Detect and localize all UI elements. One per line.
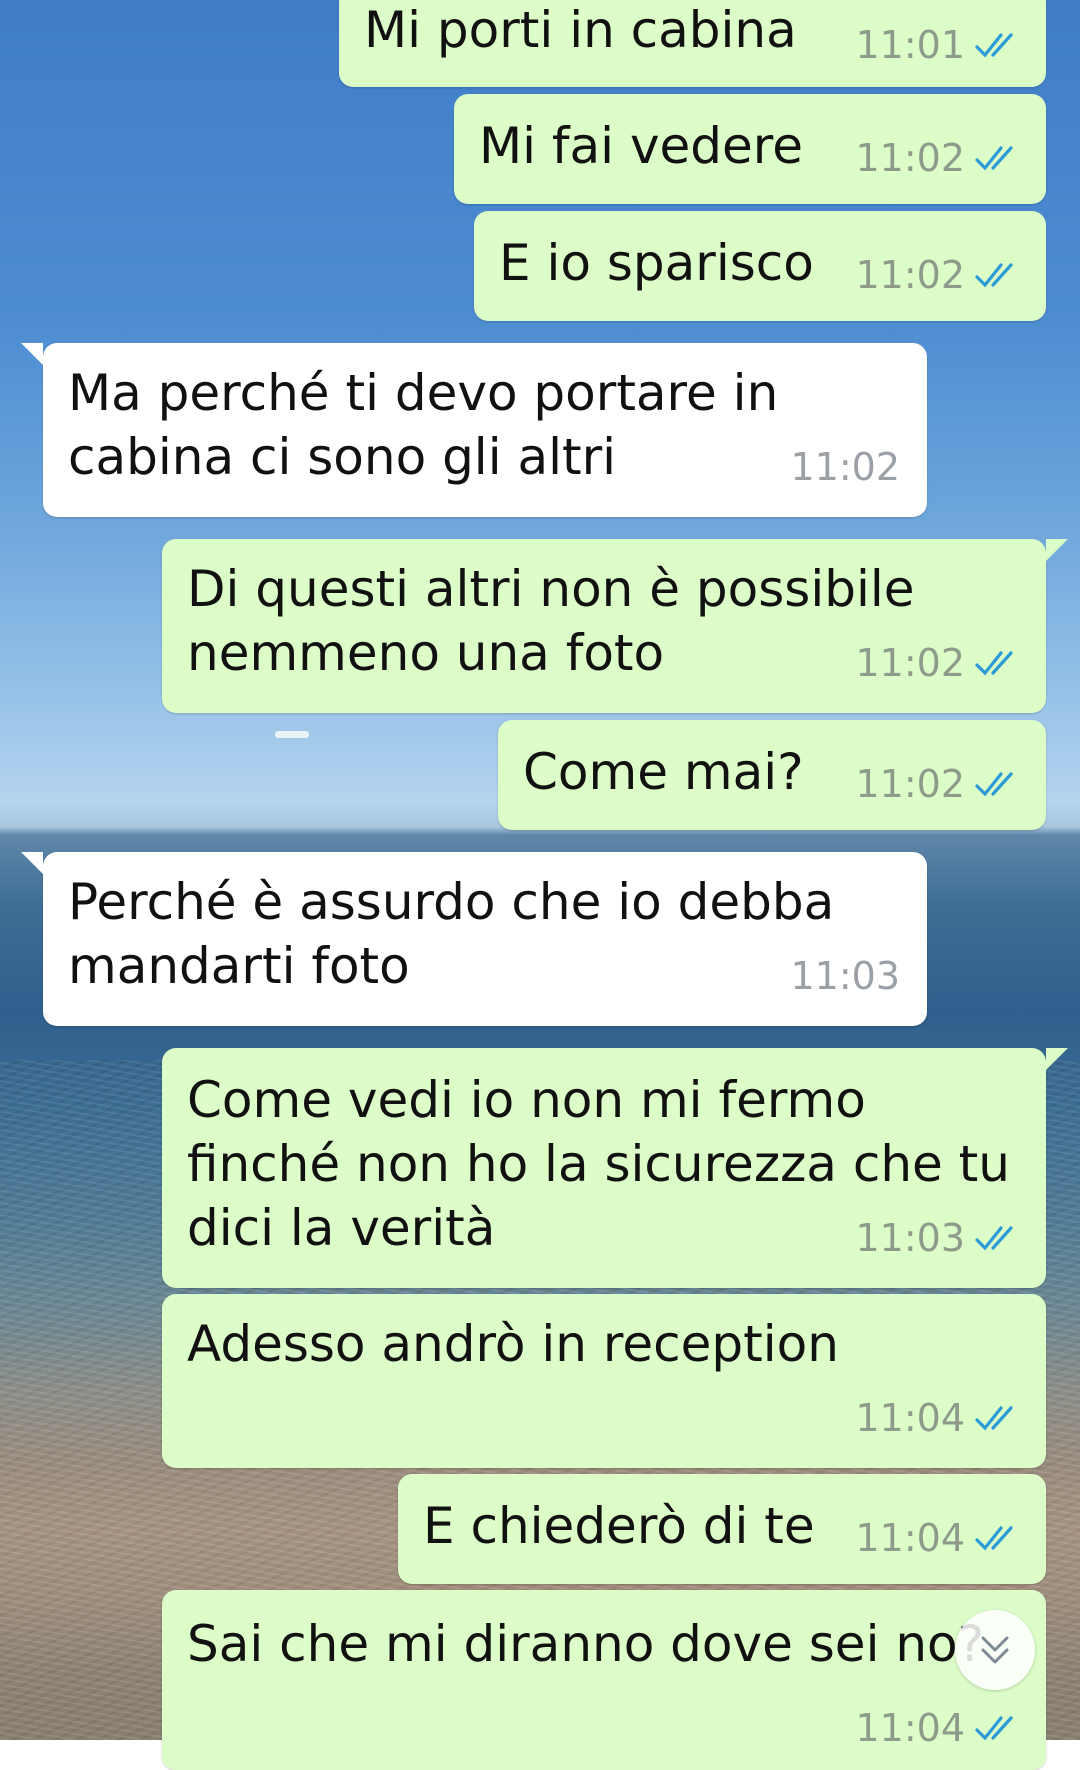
message-text: Mi porti in cabina xyxy=(364,1,797,59)
message-text: Di questi altri non è possibile nemmeno … xyxy=(187,560,915,682)
message-meta: 11:02 xyxy=(855,752,1021,816)
message-bubble-outgoing[interactable]: Come vedi io non mi fermo finché non ho … xyxy=(162,1048,1068,1288)
message-text: Ma perché ti devo portare in cabina ci s… xyxy=(68,364,779,486)
message-text: Perché è assurdo che io debba mandarti f… xyxy=(68,873,835,995)
bubble-tail xyxy=(21,852,43,874)
message-bubble-outgoing[interactable]: E chiederò di te 11:04 xyxy=(398,1474,1046,1584)
wallpaper-boat xyxy=(275,731,309,738)
double-check-icon xyxy=(975,1226,1013,1251)
message-bubble-outgoing[interactable]: Mi fai vedere 11:02 xyxy=(454,94,1046,204)
message-meta: 11:03 xyxy=(790,944,900,1008)
message-bubble-outgoing[interactable]: Di questi altri non è possibile nemmeno … xyxy=(162,539,1068,713)
double-check-icon xyxy=(975,146,1013,171)
message-text: Come mai? xyxy=(523,743,804,801)
chevron-double-down-icon xyxy=(981,1636,1009,1664)
message-time: 11:04 xyxy=(855,1396,965,1440)
message-bubble-outgoing[interactable]: Adesso andrò in reception 11:04 xyxy=(162,1294,1046,1468)
bubble-tail xyxy=(1046,1048,1068,1070)
double-check-icon xyxy=(975,1716,1013,1741)
message-bubble-outgoing[interactable]: Sai che mi diranno dove sei no? 11:04 xyxy=(162,1590,1046,1770)
message-text: Mi fai vedere xyxy=(479,117,804,175)
message-time: 11:01 xyxy=(855,23,965,67)
message-meta: 11:02 xyxy=(790,435,900,499)
message-bubble-outgoing[interactable]: E io sparisco 11:02 xyxy=(474,211,1046,321)
message-text: E chiederò di te xyxy=(423,1497,815,1555)
message-time: 11:02 xyxy=(855,762,965,806)
message-bubble-incoming[interactable]: Ma perché ti devo portare in cabina ci s… xyxy=(21,343,927,517)
double-check-icon xyxy=(975,33,1013,58)
message-time: 11:02 xyxy=(855,253,965,297)
bubble-tail xyxy=(21,343,43,365)
message-meta: 11:04 xyxy=(855,1386,1021,1450)
double-check-icon xyxy=(975,1526,1013,1551)
message-bubble-outgoing[interactable]: Come mai? 11:02 xyxy=(498,720,1046,830)
message-text: Adesso andrò in reception xyxy=(187,1315,839,1373)
double-check-icon xyxy=(975,772,1013,797)
message-time: 11:02 xyxy=(855,136,965,180)
message-text: Sai che mi diranno dove sei no? xyxy=(187,1615,985,1673)
message-time: 11:03 xyxy=(855,1216,965,1260)
double-check-icon xyxy=(975,651,1013,676)
message-meta: 11:02 xyxy=(855,631,1021,695)
message-time: 11:02 xyxy=(790,445,900,489)
message-meta: 11:03 xyxy=(855,1206,1021,1270)
bubble-tail xyxy=(1046,539,1068,561)
message-time: 11:03 xyxy=(790,954,900,998)
message-meta: 11:04 xyxy=(855,1696,1021,1760)
message-time: 11:04 xyxy=(855,1706,965,1750)
message-time: 11:04 xyxy=(855,1516,965,1560)
double-check-icon xyxy=(975,1406,1013,1431)
message-time: 11:02 xyxy=(855,641,965,685)
message-bubble-incoming[interactable]: Perché è assurdo che io debba mandarti f… xyxy=(21,852,927,1026)
double-check-icon xyxy=(975,263,1013,288)
message-bubble-outgoing[interactable]: Mi porti in cabina 11:01 xyxy=(339,0,1046,87)
message-meta: 11:04 xyxy=(855,1506,1021,1570)
scroll-to-bottom-button[interactable] xyxy=(955,1610,1035,1690)
message-meta: 11:02 xyxy=(855,126,1021,190)
message-meta: 11:01 xyxy=(855,13,1021,77)
message-meta: 11:02 xyxy=(855,243,1021,307)
message-text: E io sparisco xyxy=(499,234,814,292)
